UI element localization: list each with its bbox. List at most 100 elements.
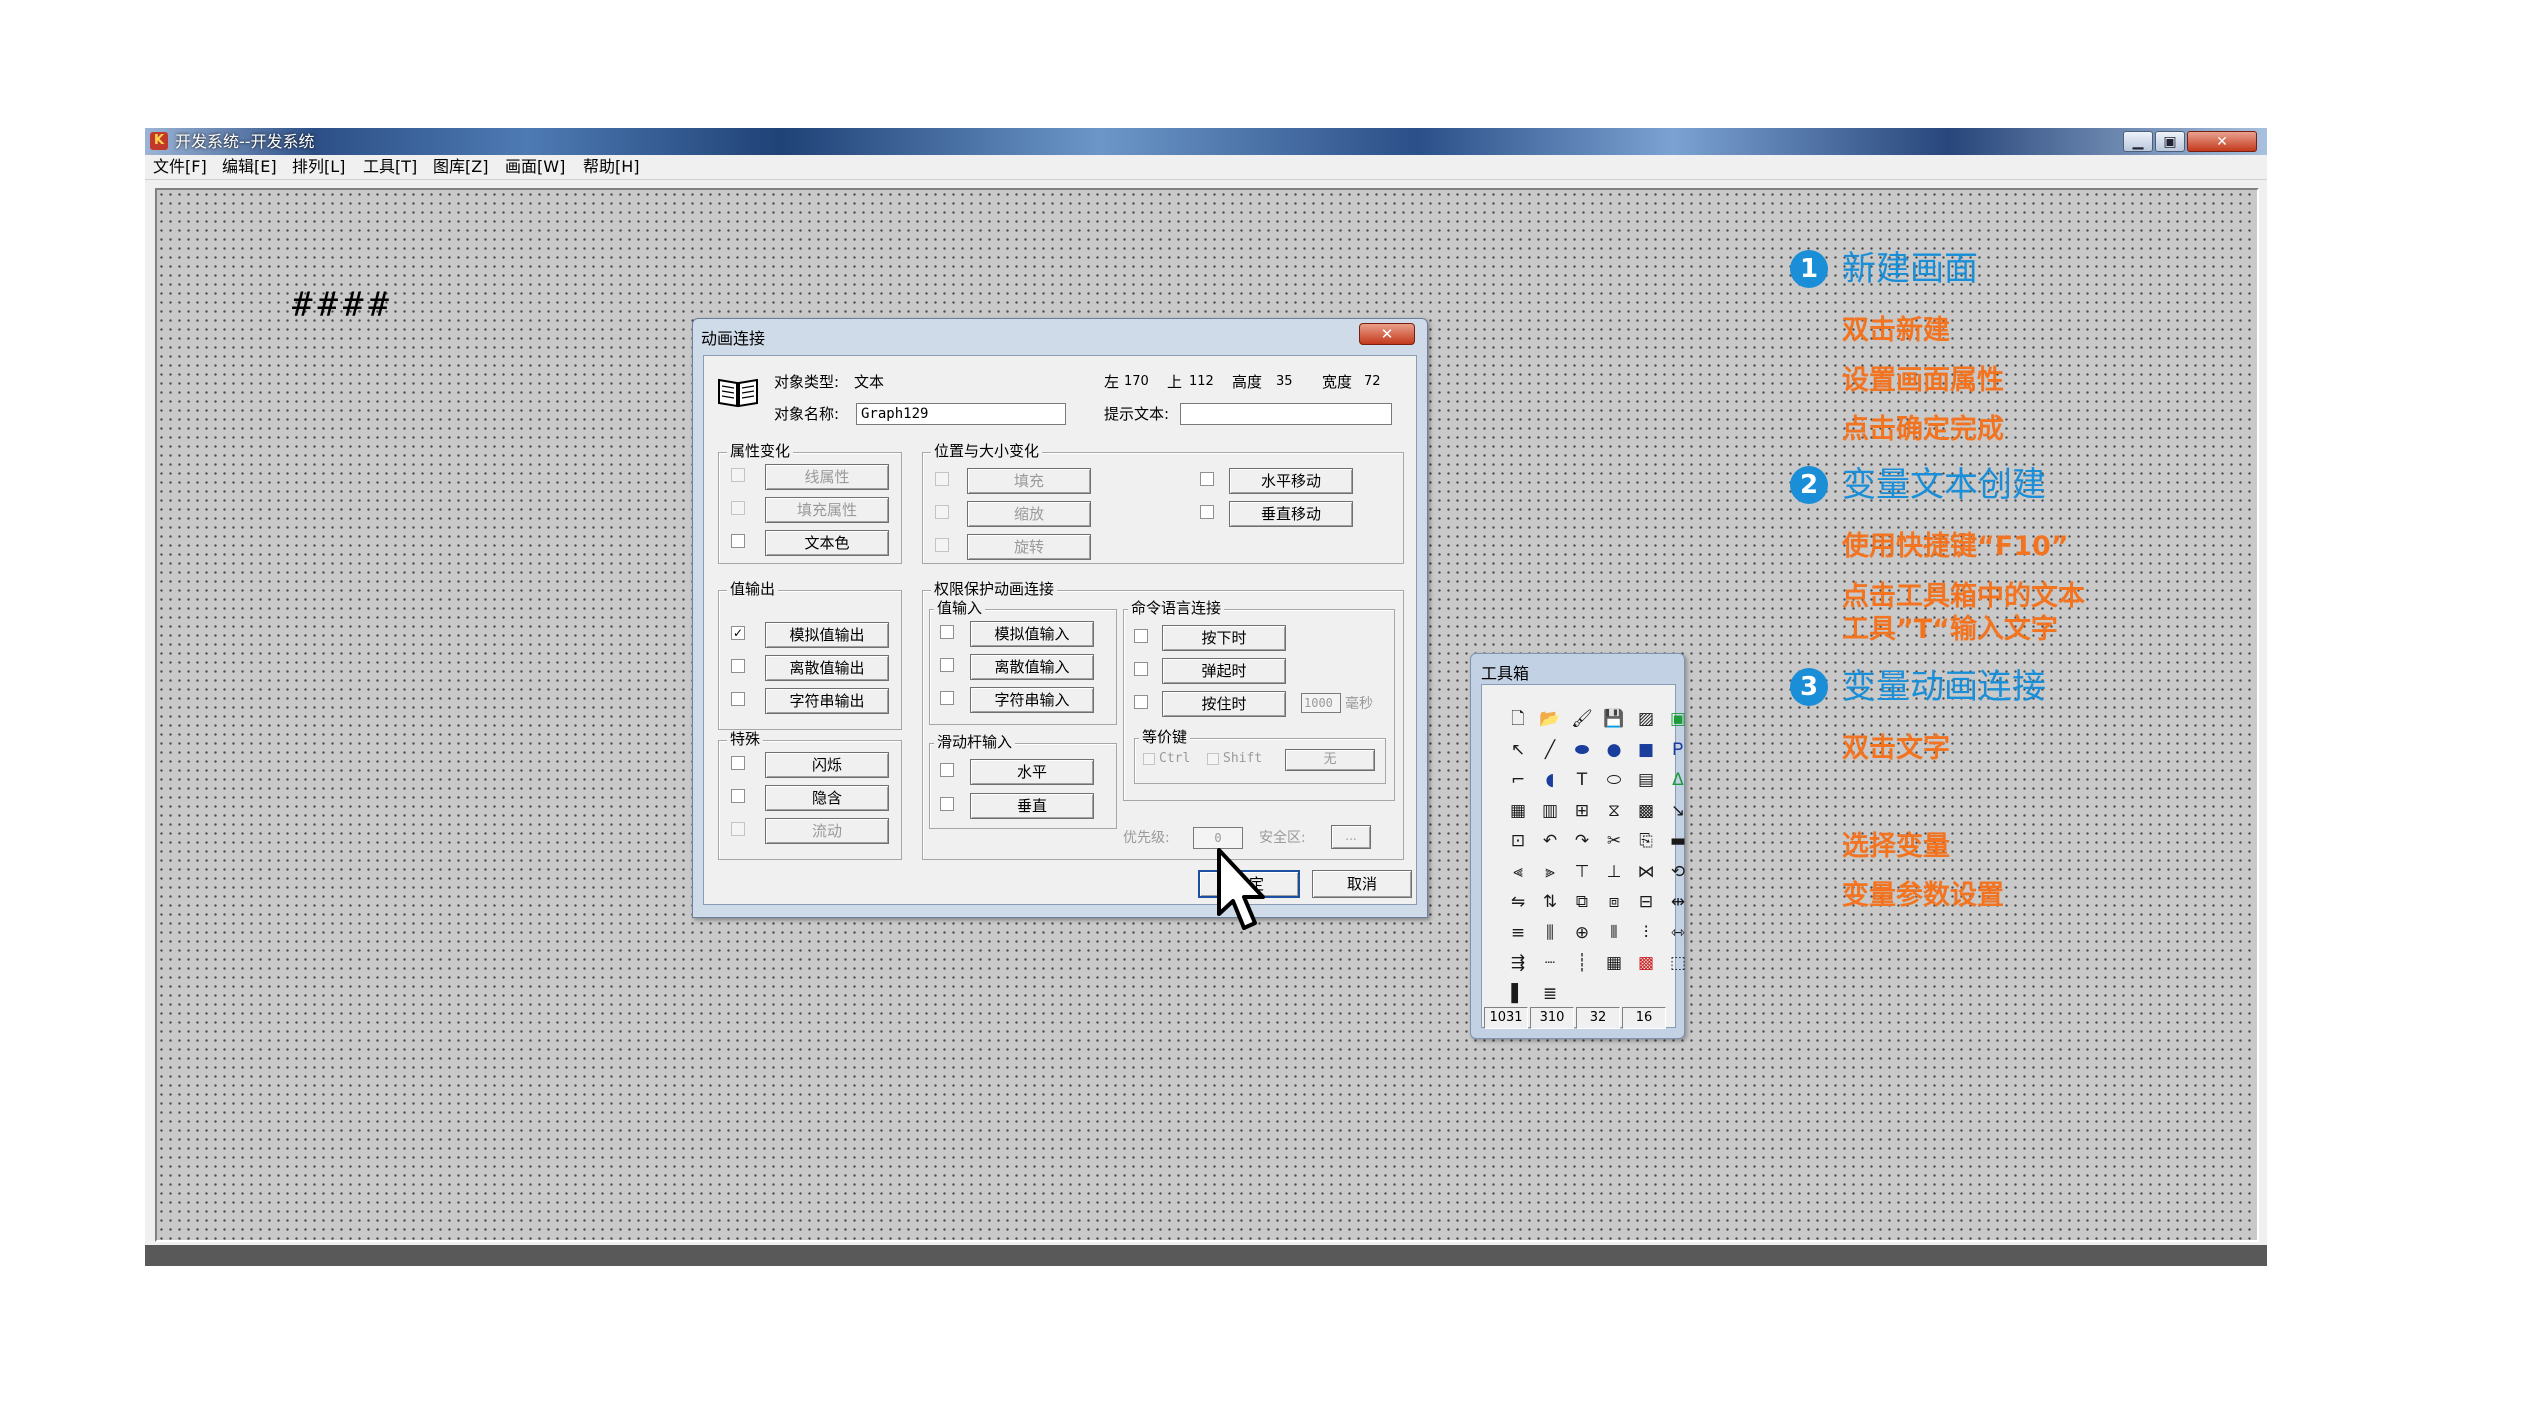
menu-help[interactable]: 帮助[H] <box>583 157 640 177</box>
hide-button[interactable]: 隐含 <box>765 785 889 811</box>
priority-field[interactable]: 0 <box>1193 827 1243 849</box>
rounded-rect-icon[interactable]: ⬭ <box>1601 767 1627 793</box>
h-move-button[interactable]: 水平移动 <box>1229 468 1353 494</box>
scale-checkbox[interactable] <box>935 505 949 519</box>
green-frame-icon[interactable]: ▣ <box>1665 706 1691 732</box>
h-slider-checkbox[interactable] <box>940 763 954 777</box>
equal-height-icon[interactable]: ⫶ <box>1633 920 1659 946</box>
bitmap-icon[interactable]: ▤ <box>1633 767 1659 793</box>
fill-icon[interactable]: ⵠ <box>1665 767 1691 793</box>
h-slider-button[interactable]: 水平 <box>970 759 1094 785</box>
analog-output-button[interactable]: 模拟值输出 <box>765 622 889 648</box>
security-zone-button[interactable]: ... <box>1331 825 1371 849</box>
align-bottom-icon[interactable]: ⊥ <box>1601 859 1627 885</box>
line-attr-button[interactable]: 线属性 <box>765 464 889 490</box>
on-release-button[interactable]: 弹起时 <box>1162 658 1286 684</box>
color-grid-icon[interactable]: ▩ <box>1633 950 1659 976</box>
hint-text-field[interactable] <box>1180 403 1392 425</box>
menu-screen[interactable]: 画面[W] <box>505 157 565 177</box>
object-name-field[interactable]: Graph129 <box>856 403 1066 425</box>
color-select-icon[interactable]: ⬚ <box>1665 950 1691 976</box>
hide-checkbox[interactable] <box>731 789 745 803</box>
v-move-button[interactable]: 垂直移动 <box>1229 501 1353 527</box>
align-top-icon[interactable]: ⊤ <box>1569 859 1595 885</box>
grid-edit-icon[interactable]: ▦ <box>1505 798 1531 824</box>
ctrl-checkbox[interactable] <box>1143 753 1155 765</box>
line-attr-checkbox[interactable] <box>731 468 745 482</box>
dotted-line-icon[interactable]: ┈ <box>1537 950 1563 976</box>
trend-icon[interactable]: ▩ <box>1633 798 1659 824</box>
palette-icon[interactable]: 🖌 <box>1569 706 1595 732</box>
arc-icon[interactable]: ◖ <box>1537 767 1563 793</box>
flow-checkbox[interactable] <box>731 822 745 836</box>
fill-attr-button[interactable]: 填充属性 <box>765 497 889 523</box>
space-icon[interactable]: ⇹ <box>1665 889 1691 915</box>
menu-arrange[interactable]: 排列[L] <box>292 157 345 177</box>
cut-icon[interactable]: ✂ <box>1601 828 1627 854</box>
fill-attr-checkbox[interactable] <box>731 501 745 515</box>
line-icon[interactable]: ╱ <box>1537 737 1563 763</box>
back-icon[interactable]: ⧈ <box>1601 889 1627 915</box>
polygon-icon[interactable]: Ꮲ <box>1665 737 1691 763</box>
on-release-checkbox[interactable] <box>1134 662 1148 676</box>
dialog-close-button[interactable]: ✕ <box>1359 323 1415 345</box>
align-right-icon[interactable]: ⫸ <box>1537 859 1563 885</box>
pointer-icon[interactable]: ↖ <box>1505 737 1531 763</box>
analog-input-button[interactable]: 模拟值输入 <box>970 621 1094 647</box>
rectangle-icon[interactable]: ■ <box>1633 737 1659 763</box>
ellipse-fill-icon[interactable]: ⬬ <box>1569 737 1595 763</box>
rotate-button[interactable]: 旋转 <box>967 534 1091 560</box>
center-icon[interactable]: ⊕ <box>1569 920 1595 946</box>
copy-icon[interactable]: ⎘ <box>1633 828 1659 854</box>
string-output-button[interactable]: 字符串输出 <box>765 688 889 714</box>
rotate-checkbox[interactable] <box>935 538 949 552</box>
on-press-button[interactable]: 按下时 <box>1162 625 1286 651</box>
hotkey-select-button[interactable]: 无 <box>1285 749 1375 771</box>
interval-field[interactable]: 1000 <box>1301 693 1341 713</box>
h-move-checkbox[interactable] <box>1200 472 1214 486</box>
distribute-icon[interactable]: ⇿ <box>1665 920 1691 946</box>
align-left-icon[interactable]: ⫷ <box>1505 859 1531 885</box>
grid-icon[interactable]: ▦ <box>1601 950 1627 976</box>
analog-output-checkbox[interactable]: ✓ <box>731 626 745 640</box>
open-icon[interactable]: 📂 <box>1537 706 1563 732</box>
text-color-button[interactable]: 文本色 <box>765 530 889 556</box>
v-slider-checkbox[interactable] <box>940 797 954 811</box>
v-space-icon[interactable]: ⫼ <box>1537 920 1563 946</box>
v-move-checkbox[interactable] <box>1200 505 1214 519</box>
menu-edit[interactable]: 编辑[E] <box>222 157 277 177</box>
on-press-checkbox[interactable] <box>1134 629 1148 643</box>
discrete-output-checkbox[interactable] <box>731 659 745 673</box>
shift-checkbox[interactable] <box>1207 753 1219 765</box>
discrete-output-button[interactable]: 离散值输出 <box>765 655 889 681</box>
fill-change-button[interactable]: 填充 <box>967 468 1091 494</box>
align-center-icon[interactable]: ⋈ <box>1633 859 1659 885</box>
equal-width-icon[interactable]: ⫴ <box>1601 920 1627 946</box>
analog-input-checkbox[interactable] <box>940 625 954 639</box>
variable-text-object[interactable]: #### <box>292 285 394 325</box>
fill-change-checkbox[interactable] <box>935 472 949 486</box>
arrange-icon[interactable]: ⇶ <box>1505 950 1531 976</box>
vert-dotted-icon[interactable]: ┊ <box>1569 950 1595 976</box>
while-press-checkbox[interactable] <box>1134 695 1148 709</box>
front-icon[interactable]: ⧉ <box>1569 889 1595 915</box>
cancel-button[interactable]: 取消 <box>1312 870 1412 898</box>
report-icon[interactable]: ▥ <box>1537 798 1563 824</box>
text-color-checkbox[interactable] <box>731 534 745 548</box>
menu-gallery[interactable]: 图库[Z] <box>433 157 488 177</box>
flip-h-icon[interactable]: ⇋ <box>1505 889 1531 915</box>
h-space-icon[interactable]: ≡ <box>1505 920 1531 946</box>
rotate-icon[interactable]: ⟲ <box>1665 859 1691 885</box>
string-input-button[interactable]: 字符串输入 <box>970 687 1094 713</box>
new-icon[interactable]: 🗋 <box>1505 706 1531 732</box>
flip-v-icon[interactable]: ⇅ <box>1537 889 1563 915</box>
minimize-button[interactable]: ▁ <box>2123 131 2153 152</box>
text-icon[interactable]: T <box>1569 767 1595 793</box>
link-icon[interactable]: ↘ <box>1665 798 1691 824</box>
undo-icon[interactable]: ↶ <box>1537 828 1563 854</box>
while-press-button[interactable]: 按住时 <box>1162 691 1286 717</box>
save-icon[interactable]: 💾 <box>1601 706 1627 732</box>
maximize-button[interactable]: ▣ <box>2155 131 2185 152</box>
string-output-checkbox[interactable] <box>731 692 745 706</box>
close-button[interactable]: ✕ <box>2187 131 2257 152</box>
